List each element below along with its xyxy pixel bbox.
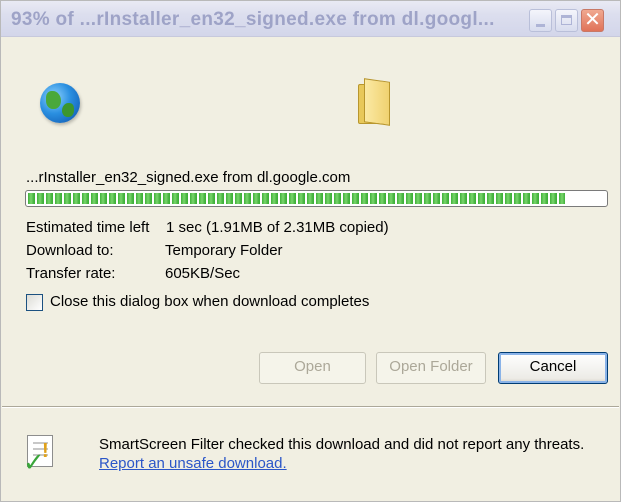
cancel-button[interactable]: Cancel (498, 352, 608, 384)
transfer-rate-row: Transfer rate: 605KB/Sec (26, 265, 240, 282)
time-left-value: 1 sec (1.91MB of 2.31MB copied) (166, 219, 389, 236)
download-to-value: Temporary Folder (165, 242, 283, 259)
open-button[interactable]: Open (259, 352, 366, 384)
close-on-complete-label[interactable]: Close this dialog box when download comp… (50, 293, 369, 310)
maximize-button[interactable] (555, 9, 578, 32)
smartscreen-message-block: SmartScreen Filter checked this download… (99, 435, 599, 473)
download-to-label: Download to: (26, 242, 114, 259)
report-unsafe-link[interactable]: Report an unsafe download. (99, 455, 287, 472)
close-on-complete-checkbox[interactable] (26, 294, 43, 311)
window-title: 93% of ...rInstaller_en32_signed.exe fro… (11, 9, 495, 30)
transfer-rate-label: Transfer rate: (26, 265, 116, 282)
smartscreen-icon: ! ✓ (23, 435, 59, 477)
smartscreen-message: SmartScreen Filter checked this download… (99, 436, 585, 453)
time-left-label: Estimated time left (26, 219, 150, 236)
maximize-icon (561, 15, 572, 25)
minimize-icon (536, 24, 545, 27)
dialog-content: ...rInstaller_en32_signed.exe from dl.go… (2, 38, 619, 398)
download-progress-bar (25, 190, 608, 207)
minimize-button[interactable] (529, 9, 552, 32)
transfer-rate-value: 605KB/Sec (165, 265, 241, 282)
smartscreen-footer: ! ✓ SmartScreen Filter checked this down… (2, 409, 619, 501)
close-icon: ✕ (584, 9, 601, 31)
title-bar[interactable]: 93% of ...rInstaller_en32_signed.exe fro… (1, 1, 620, 37)
time-left-row: Estimated time left 1 sec (1.91MB of 2.3… (26, 219, 389, 236)
download-to-row: Download to: Temporary Folder (26, 242, 283, 259)
download-source: ...rInstaller_en32_signed.exe from dl.go… (26, 169, 351, 186)
open-folder-button[interactable]: Open Folder (376, 352, 486, 384)
close-button[interactable]: ✕ (581, 9, 604, 32)
globe-icon (40, 83, 80, 123)
progress-fill (28, 193, 565, 204)
folder-icon (358, 78, 390, 126)
download-dialog: 93% of ...rInstaller_en32_signed.exe fro… (0, 0, 621, 502)
footer-divider (2, 406, 619, 408)
